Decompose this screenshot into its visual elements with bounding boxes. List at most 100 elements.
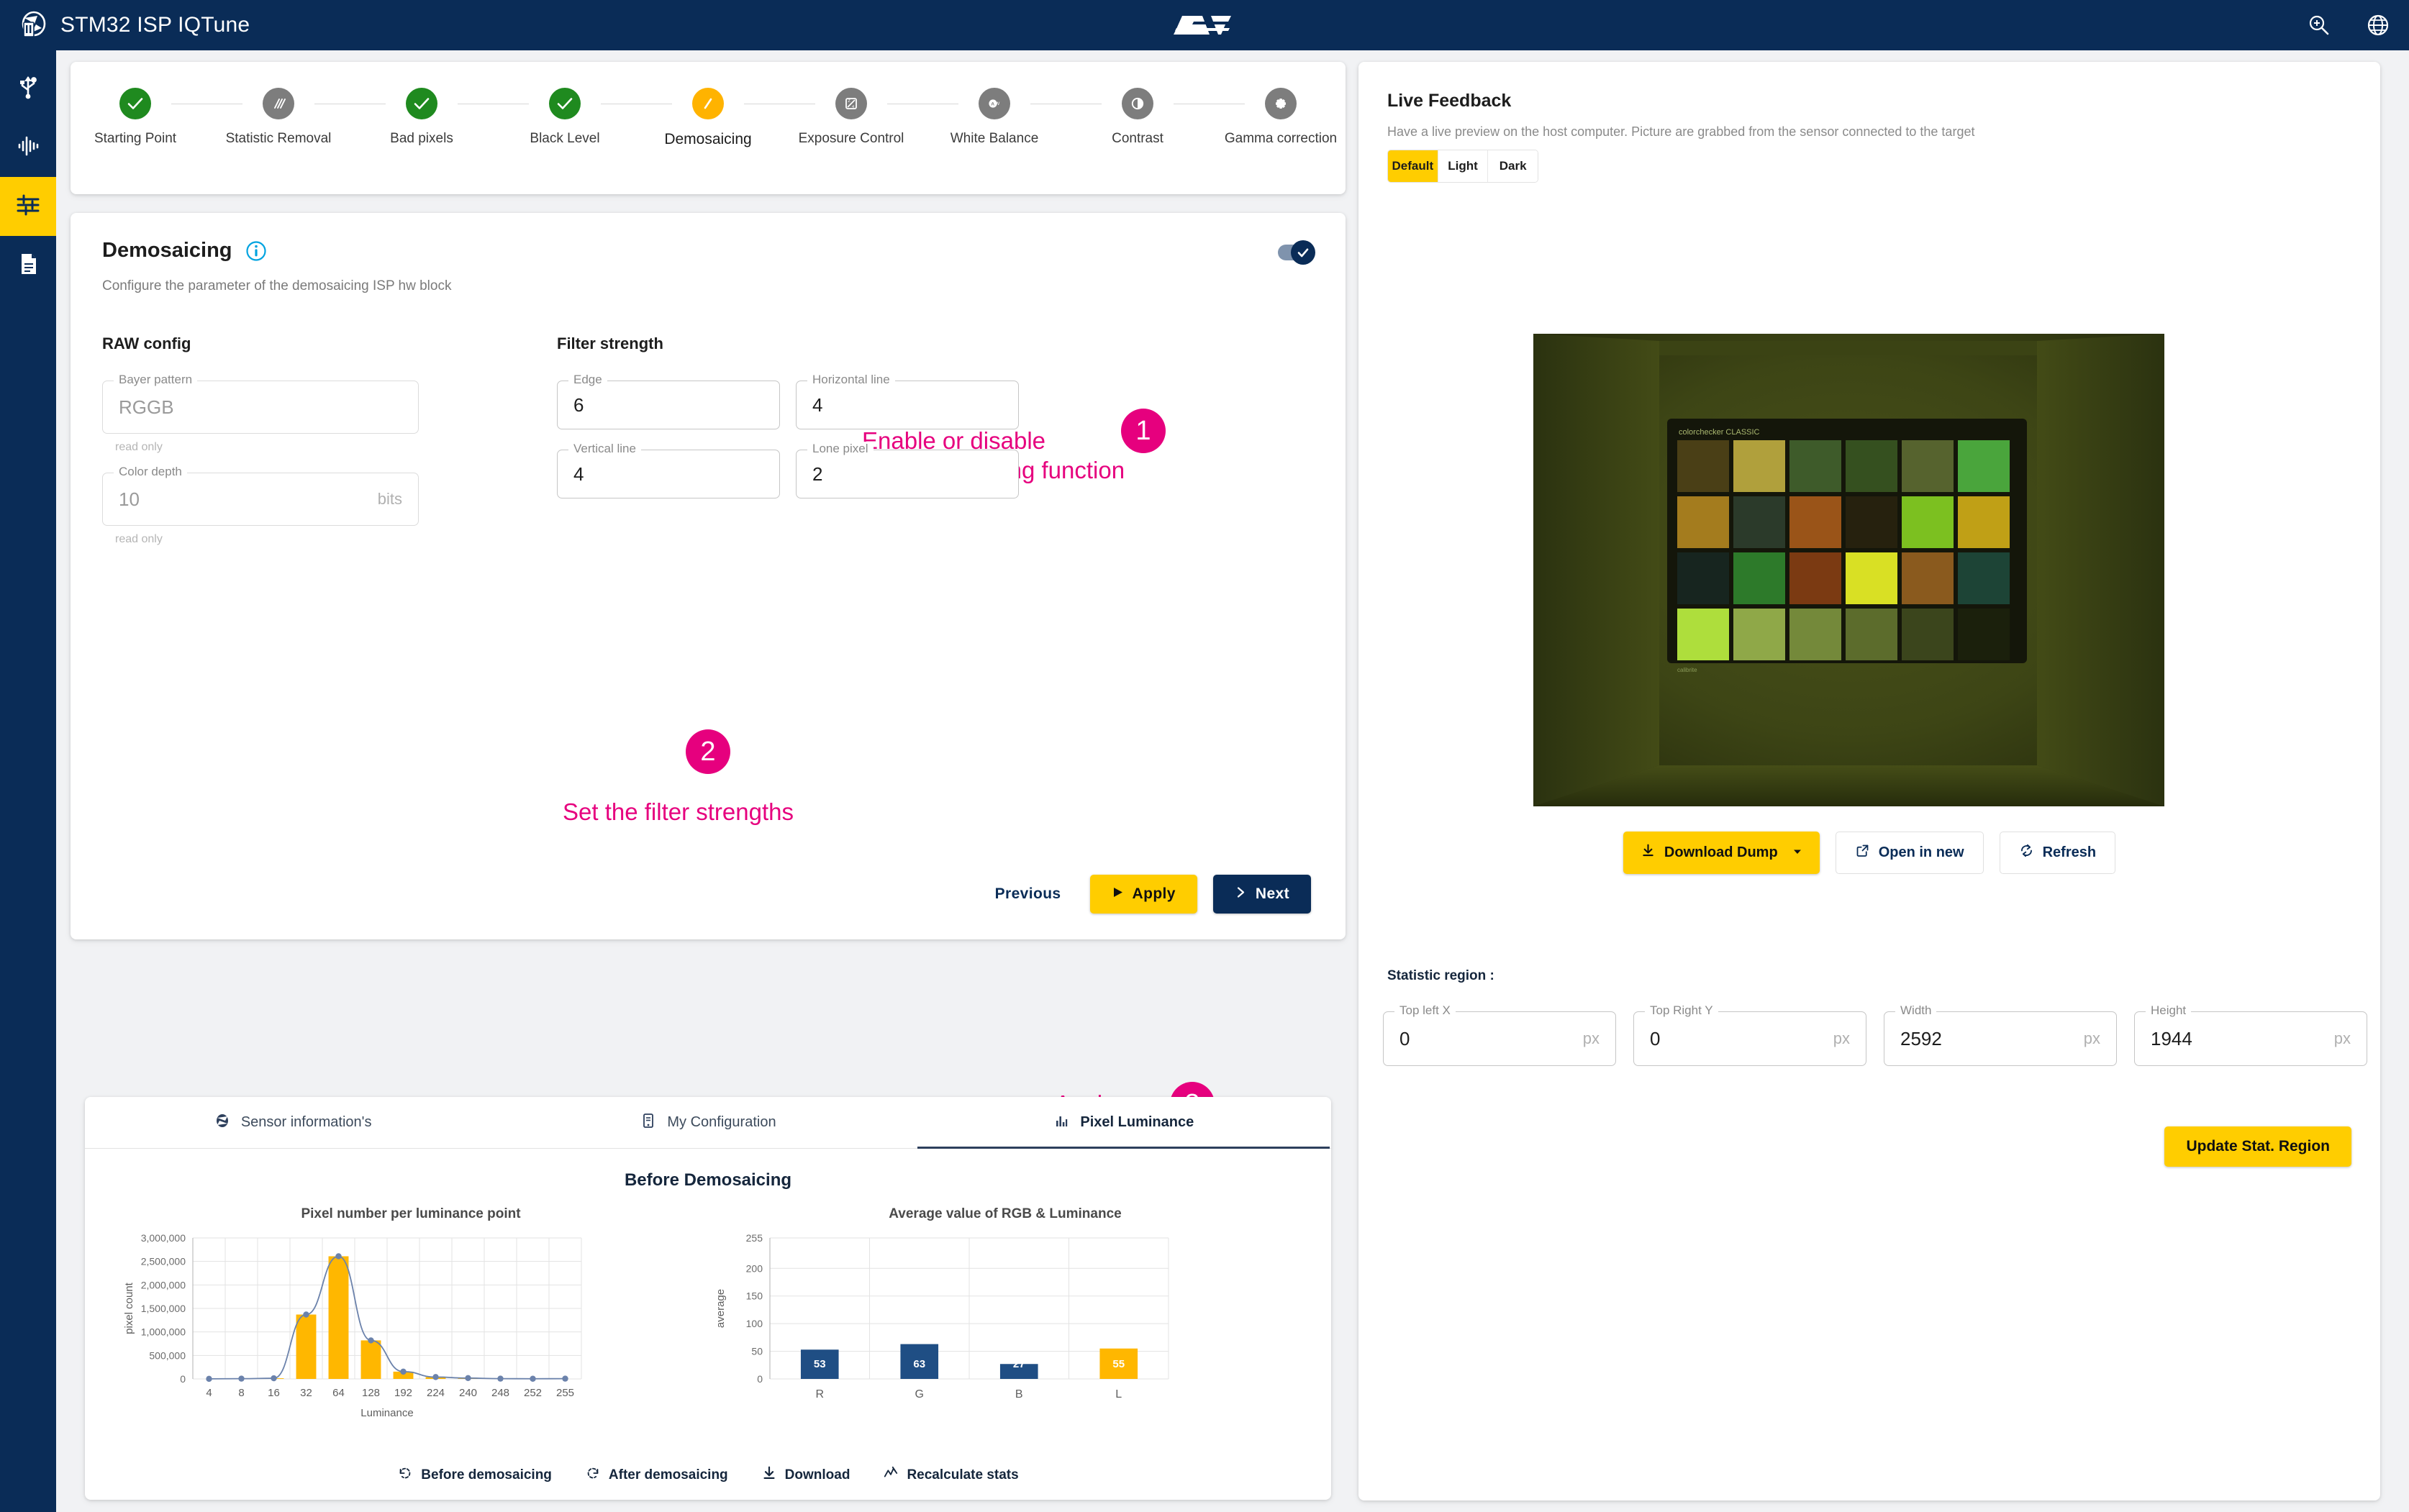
download-icon [761, 1465, 777, 1485]
button-refresh[interactable]: Refresh [1999, 832, 2116, 874]
svg-text:192: 192 [394, 1387, 412, 1399]
histogram-point [497, 1375, 504, 1382]
info-icon[interactable] [245, 240, 267, 262]
update-stat-region-button[interactable]: Update Stat. Region [2164, 1126, 2351, 1167]
action-download[interactable]: Download [761, 1465, 850, 1485]
field-value: 1944 [2151, 1027, 2192, 1049]
field-legend: Lone pixel [807, 442, 874, 456]
sidebar-item-report[interactable] [0, 236, 56, 295]
field-frame[interactable]: 4 [796, 381, 1019, 429]
toggle-track [1278, 240, 1315, 265]
stat-field-top-right-y[interactable]: Top Right Y 0 px [1633, 1003, 1866, 1066]
stepper-step-starting-point[interactable]: Starting Point [94, 88, 176, 147]
stats-tab-bar: Sensor information's My Configuration Pixe… [85, 1097, 1331, 1149]
stat-field-width[interactable]: Width 2592 px [1884, 1003, 2117, 1066]
svg-text:4: 4 [852, 105, 854, 109]
rgb-average-chart: Average value of RGB & Luminance 0 50 100 1… [708, 1206, 1302, 1421]
st-logo [1165, 7, 1244, 44]
preview-mode-default[interactable]: Default [1388, 150, 1438, 182]
previous-button[interactable]: Previous [982, 875, 1074, 913]
check-icon [1297, 248, 1309, 258]
trending-icon [883, 1465, 899, 1485]
top-app-bar: STM32 ISP IQTune [0, 0, 2409, 50]
stepper-step-statistic-removal[interactable]: Statistic Removal [226, 88, 331, 147]
tab-my-configuration[interactable]: My Configuration [500, 1097, 915, 1148]
rotate-cw-icon [585, 1465, 601, 1485]
field-horizontal-line[interactable]: Horizontal line 4 [796, 373, 1019, 429]
svg-text:G: G [915, 1388, 924, 1401]
field-frame[interactable]: 0 px [1633, 1011, 1866, 1066]
sidebar-item-signal[interactable] [0, 118, 56, 177]
sidebar-item-tuning[interactable] [0, 177, 56, 236]
tab-sensor-information-s[interactable]: Sensor information's [85, 1097, 500, 1148]
next-button[interactable]: Next [1212, 875, 1311, 914]
stepper-step-label: White Balance [950, 131, 1039, 146]
field-legend: Width [1895, 1003, 1937, 1018]
field-frame[interactable]: 0 px [1383, 1011, 1616, 1066]
sidebar-item-usb[interactable] [0, 59, 56, 118]
apply-button-label: Apply [1132, 885, 1176, 902]
svg-text:240: 240 [459, 1387, 477, 1399]
button-download-dump[interactable]: Download Dump [1623, 832, 1820, 874]
histogram-point [400, 1368, 407, 1375]
waveform-icon [14, 132, 42, 163]
action-label: After demosaicing [608, 1467, 728, 1483]
field-value: 2592 [1900, 1027, 1942, 1049]
globe-icon[interactable] [2366, 13, 2390, 37]
stepper-step-label: Exposure Control [798, 131, 904, 146]
search-zoom-icon[interactable] [2307, 13, 2331, 37]
preview-mode-light[interactable]: Light [1438, 150, 1489, 182]
button-open-in-new[interactable]: Open in new [1835, 832, 1984, 874]
field-frame[interactable]: 2592 px [1884, 1011, 2117, 1066]
field-frame[interactable]: 4 [557, 450, 780, 498]
stepper-step-white-balance[interactable]: A W White Balance [951, 88, 1038, 147]
apply-button[interactable]: Apply [1089, 875, 1197, 914]
stepper-step-label: Starting Point [94, 131, 177, 146]
stat-field-top-left-x[interactable]: Top left X 0 px [1383, 1003, 1616, 1066]
field-frame[interactable]: 1944 px [2134, 1011, 2367, 1066]
stepper-step-demosaicing[interactable]: Demosaicing [664, 88, 752, 148]
chevron-down-icon[interactable] [1792, 844, 1802, 861]
svg-text:128: 128 [362, 1387, 380, 1399]
play-icon [1112, 885, 1124, 903]
preview-mode-dark[interactable]: Dark [1488, 150, 1538, 182]
svg-text:colorchecker CLASSIC: colorchecker CLASSIC [1679, 428, 1760, 437]
field-legend: Horizontal line [807, 373, 895, 387]
svg-text:1,000,000: 1,000,000 [141, 1326, 186, 1338]
histogram-point [335, 1253, 342, 1260]
field-lone-pixel[interactable]: Lone pixel 2 [796, 442, 1019, 498]
stepper-step-bad-pixels[interactable]: Bad pixels [386, 88, 458, 147]
stat-field-height[interactable]: Height 1944 px [2134, 1003, 2367, 1066]
tab-pixel-luminance[interactable]: Pixel Luminance [916, 1097, 1331, 1149]
rgb-bar-label: 63 [913, 1358, 925, 1370]
histogram-point [206, 1375, 212, 1383]
usb-icon [14, 73, 42, 104]
action-before-demosaicing[interactable]: Before demosaicing [397, 1465, 552, 1485]
check-icon [119, 88, 151, 119]
stepper-step-gamma-correction[interactable]: Gamma correction [1225, 88, 1337, 147]
field-frame[interactable]: 2 [796, 450, 1019, 498]
field-suffix: bits [377, 490, 402, 508]
histogram-point [465, 1375, 471, 1382]
button-label: Download Dump [1664, 844, 1778, 860]
svg-text:pixel count: pixel count [123, 1282, 135, 1334]
stepper-step-black-level[interactable]: Black Level [529, 88, 601, 147]
stepper-step-exposure-control[interactable]: Z 4 Exposure Control [799, 88, 904, 147]
workflow-stepper: Starting Point Statistic Removal Bad pixel… [71, 62, 1346, 194]
field-legend: Edge [568, 373, 607, 387]
histogram-point [271, 1375, 277, 1382]
field-edge[interactable]: Edge 6 [557, 373, 780, 429]
preview-mode-segmented-control: Default Light Dark [1387, 150, 1538, 183]
action-after-demosaicing[interactable]: After demosaicing [585, 1465, 728, 1485]
svg-text:150: 150 [746, 1290, 763, 1302]
stepper-step-contrast[interactable]: Contrast [1102, 88, 1174, 147]
pixel-statistics-panel: Sensor information's My Configuration Pixe… [85, 1097, 1331, 1500]
field-vertical-line[interactable]: Vertical line 4 [557, 442, 780, 498]
colorchecker-preview-svg: colorchecker CLASSIC calibrite [1533, 334, 2164, 806]
live-preview-image[interactable]: colorchecker CLASSIC calibrite [1533, 334, 2164, 806]
stepper-step-label: Contrast [1112, 131, 1163, 146]
field-frame[interactable]: 6 [557, 381, 780, 429]
action-recalculate-stats[interactable]: Recalculate stats [883, 1465, 1019, 1485]
demosaicing-enable-toggle[interactable] [1278, 240, 1315, 265]
histogram-bar [328, 1256, 349, 1379]
